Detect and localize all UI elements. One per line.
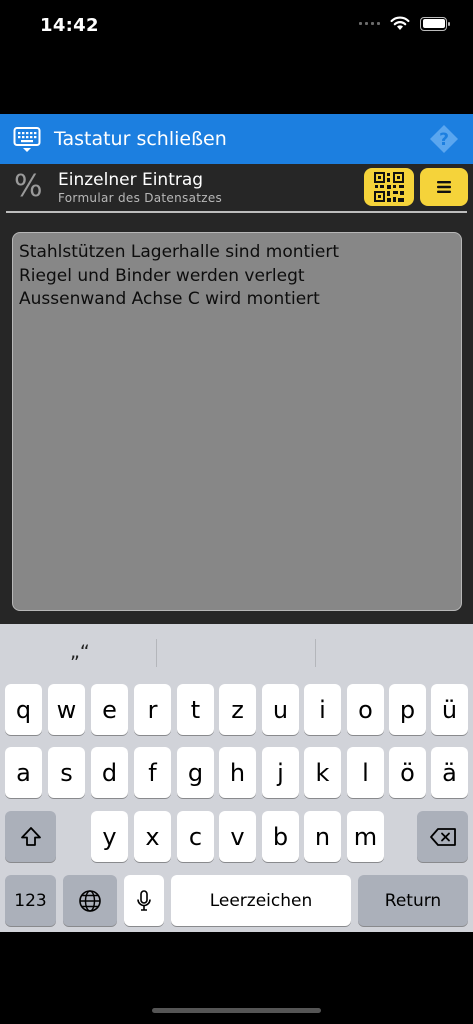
return-key[interactable]: Return: [358, 875, 468, 926]
key-b[interactable]: b: [262, 811, 299, 862]
suggestion-divider: [156, 639, 157, 667]
backspace-key[interactable]: [417, 811, 468, 862]
key-w[interactable]: w: [48, 684, 85, 735]
svg-text:?: ?: [439, 130, 449, 150]
key-i[interactable]: i: [304, 684, 341, 735]
key-m[interactable]: m: [347, 811, 384, 862]
key-f[interactable]: f: [134, 747, 171, 798]
onscreen-keyboard: „“ q w e r t z u i o p ü a s d f g h j k…: [0, 624, 473, 932]
microphone-icon: [137, 889, 151, 911]
record-header: % Einzelner Eintrag Formular des Datensa…: [0, 164, 473, 214]
entry-text-area[interactable]: Stahlstützen Lagerhalle sind montiert Ri…: [12, 232, 462, 611]
suggestion-quotes[interactable]: „“: [70, 641, 90, 663]
numbers-key[interactable]: 123: [5, 875, 56, 926]
dictation-key[interactable]: [124, 875, 164, 926]
key-x[interactable]: x: [134, 811, 171, 862]
key-c[interactable]: c: [177, 811, 214, 862]
text-line: Aussenwand Achse C wird montiert: [19, 289, 320, 309]
key-g[interactable]: g: [177, 747, 214, 798]
key-e[interactable]: e: [91, 684, 128, 735]
key-q[interactable]: q: [5, 684, 42, 735]
close-keyboard-label: Tastatur schließen: [54, 128, 227, 150]
status-time: 14:42: [40, 15, 99, 36]
key-p[interactable]: p: [389, 684, 426, 735]
key-t[interactable]: t: [177, 684, 214, 735]
suggestion-bar: „“: [0, 624, 473, 680]
key-a[interactable]: a: [5, 747, 42, 798]
key-d[interactable]: d: [91, 747, 128, 798]
menu-icon: [437, 181, 451, 193]
key-s[interactable]: s: [48, 747, 85, 798]
key-h[interactable]: h: [219, 747, 256, 798]
status-bar: 14:42: [0, 0, 473, 52]
cellular-signal-icon: [359, 22, 380, 25]
space-key[interactable]: Leerzeichen: [171, 875, 351, 926]
close-keyboard-bar[interactable]: Tastatur schließen ?: [0, 114, 473, 164]
suggestion-divider: [315, 639, 316, 667]
qr-code-button[interactable]: [364, 168, 414, 206]
header-divider: [6, 211, 467, 213]
key-z[interactable]: z: [219, 684, 256, 735]
battery-icon: [420, 16, 450, 31]
status-icons: [359, 16, 450, 31]
qr-code-icon: [374, 172, 404, 202]
key-ue[interactable]: ü: [431, 684, 468, 735]
help-icon[interactable]: ?: [429, 124, 459, 154]
key-o[interactable]: o: [347, 684, 384, 735]
record-subtitle: Formular des Datensatzes: [58, 191, 223, 205]
key-v[interactable]: v: [219, 811, 256, 862]
key-oe[interactable]: ö: [389, 747, 426, 798]
text-line: Riegel und Binder werden verlegt: [19, 265, 305, 286]
key-j[interactable]: j: [262, 747, 299, 798]
percent-icon: %: [14, 169, 43, 204]
home-indicator[interactable]: [152, 1008, 321, 1013]
text-line: Stahlstützen Lagerhalle sind montiert: [19, 242, 340, 262]
key-r[interactable]: r: [134, 684, 171, 735]
globe-icon: [79, 889, 101, 912]
shift-key[interactable]: [5, 811, 56, 862]
shift-icon: [20, 826, 41, 846]
key-l[interactable]: l: [347, 747, 384, 798]
menu-button[interactable]: [420, 168, 468, 206]
globe-key[interactable]: [63, 875, 117, 926]
key-ae[interactable]: ä: [431, 747, 468, 798]
key-k[interactable]: k: [304, 747, 341, 798]
wifi-icon: [390, 16, 410, 30]
key-u[interactable]: u: [262, 684, 299, 735]
key-n[interactable]: n: [304, 811, 341, 862]
backspace-icon: [429, 827, 456, 846]
record-title: Einzelner Eintrag: [58, 170, 204, 190]
keyboard-icon: [13, 127, 41, 152]
key-y[interactable]: y: [91, 811, 128, 862]
